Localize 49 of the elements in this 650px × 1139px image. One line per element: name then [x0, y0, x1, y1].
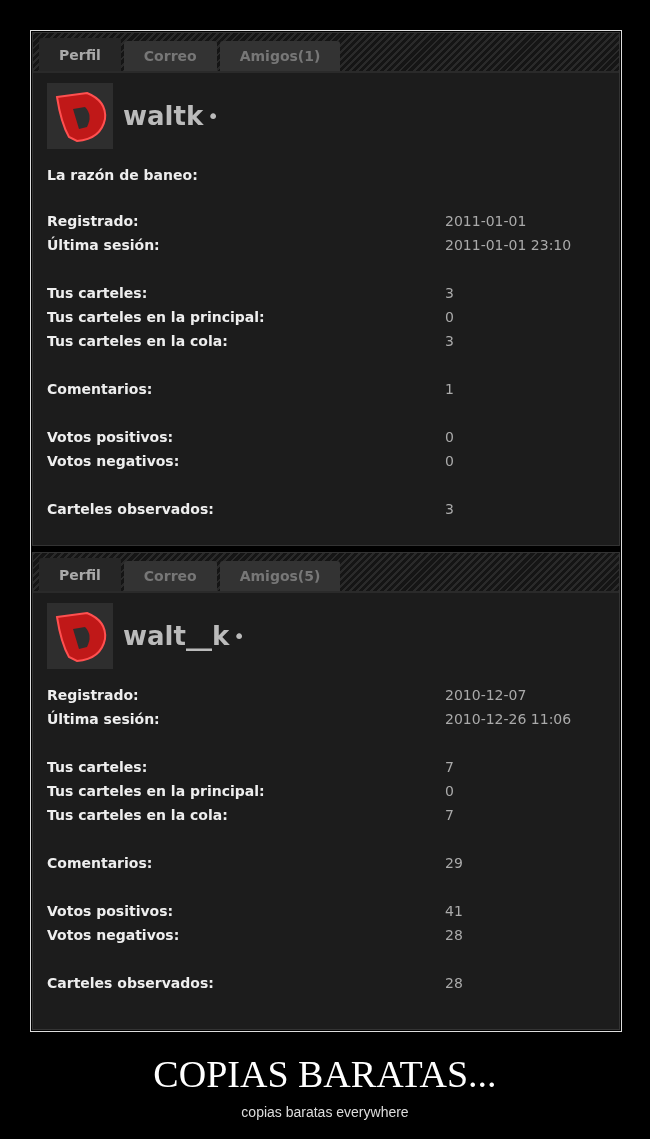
stat-value: 3 [445, 332, 454, 351]
stat-label: Votos positivos: [47, 428, 175, 447]
stat-label: Carteles observados: [47, 974, 215, 993]
status-mark: • [233, 624, 245, 648]
stat-value: 0 [445, 428, 454, 447]
stat-label: Tus carteles en la principal: [47, 782, 266, 801]
stat-label: Registrado: [47, 686, 140, 705]
stat-value: 28 [445, 974, 463, 993]
stat-label: Comentarios: [47, 380, 154, 399]
stat-label: Votos negativos: [47, 452, 181, 471]
stat-value: 0 [445, 452, 454, 471]
stat-label: Tus carteles: [47, 758, 149, 777]
tab[interactable]: Perfil [39, 38, 121, 71]
stat-value: 2010-12-26 11:06 [445, 710, 572, 729]
stat-label: Última sesión: [47, 235, 161, 255]
stat-value: 0 [445, 782, 454, 801]
stat-label: Votos positivos: [47, 902, 175, 921]
stat-label: Tus carteles en la principal: [47, 308, 266, 327]
stat-value: 7 [445, 758, 454, 777]
stat-value: 29 [445, 854, 463, 873]
username: waltk [123, 101, 204, 131]
stat-label: Votos negativos: [47, 926, 181, 945]
tab[interactable]: Correo [123, 41, 217, 71]
tab[interactable]: Correo [123, 561, 217, 591]
stat-label: Tus carteles en la cola: [47, 806, 229, 825]
stat-label: Registrado: [47, 212, 140, 231]
poster-title: COPIAS BARATAS... [152, 1052, 498, 1096]
stat-label: Comentarios: [47, 854, 154, 873]
stat-value: 0 [445, 308, 454, 327]
stat-label: Carteles observados: [47, 500, 215, 519]
tab[interactable]: Amigos(5) [219, 561, 341, 591]
stat-value: 7 [445, 806, 454, 825]
tab[interactable]: Perfil [39, 558, 121, 591]
stat-value: 3 [445, 284, 454, 303]
stat-value: 1 [445, 380, 454, 399]
stat-value: 2010-12-07 [445, 686, 527, 705]
stat-value: 28 [445, 926, 463, 945]
tab[interactable]: Amigos(1) [219, 41, 341, 71]
stat-label: Última sesión: [47, 709, 161, 729]
username: walt__k [123, 621, 230, 651]
stat-label: Tus carteles en la cola: [47, 332, 229, 351]
stat-value: 3 [445, 500, 454, 519]
ban-reason-label: La razón de baneo: [47, 166, 199, 185]
status-mark: • [207, 104, 219, 128]
poster-subtitle: copias baratas everywhere [240, 1104, 410, 1120]
stat-value: 41 [445, 902, 463, 921]
stat-value: 2011-01-01 [445, 212, 527, 231]
stat-label: Tus carteles: [47, 284, 149, 303]
stat-value: 2011-01-01 23:10 [445, 236, 572, 255]
